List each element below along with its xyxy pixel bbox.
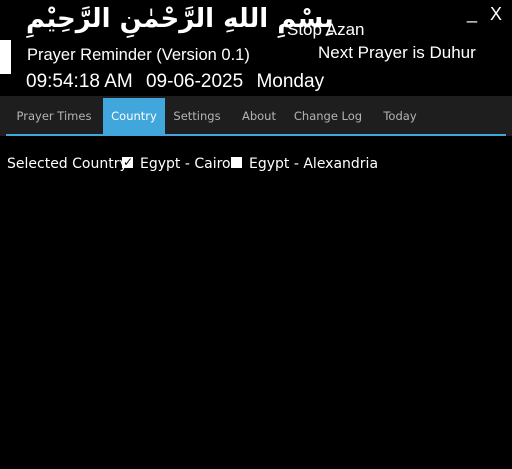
- close-button[interactable]: X: [490, 4, 502, 25]
- cairo-checkbox[interactable]: ✓: [122, 155, 134, 169]
- tab-about[interactable]: About: [235, 98, 283, 134]
- current-day: Monday: [256, 71, 325, 92]
- tab-prayer-times[interactable]: Prayer Times: [10, 98, 98, 134]
- clock: 09:54:18 AM 09-06-2025 Monday: [26, 71, 332, 93]
- alexandria-checkbox[interactable]: [231, 157, 242, 168]
- app-title: Prayer Reminder (Version 0.1): [27, 46, 250, 64]
- minimize-button[interactable]: _: [467, 3, 477, 24]
- accent-bar: [0, 40, 11, 74]
- selected-country-label: Selected Country: [7, 156, 128, 172]
- tab-change-log[interactable]: Change Log: [293, 98, 363, 134]
- tab-today[interactable]: Today: [376, 98, 424, 134]
- current-time: 09:54:18 AM: [26, 71, 133, 92]
- current-date: 09-06-2025: [145, 71, 244, 92]
- alexandria-option-label[interactable]: Egypt - Alexandria: [249, 156, 378, 172]
- country-panel: [0, 136, 512, 469]
- tab-settings[interactable]: Settings: [169, 98, 225, 134]
- check-icon: ✓: [123, 155, 134, 169]
- tab-country[interactable]: Country: [103, 98, 165, 134]
- next-prayer-label: Next Prayer is Duhur: [318, 43, 476, 62]
- stop-azan-button[interactable]: Stop Azan: [287, 20, 365, 40]
- cairo-option-label[interactable]: Egypt - Cairo: [140, 156, 231, 172]
